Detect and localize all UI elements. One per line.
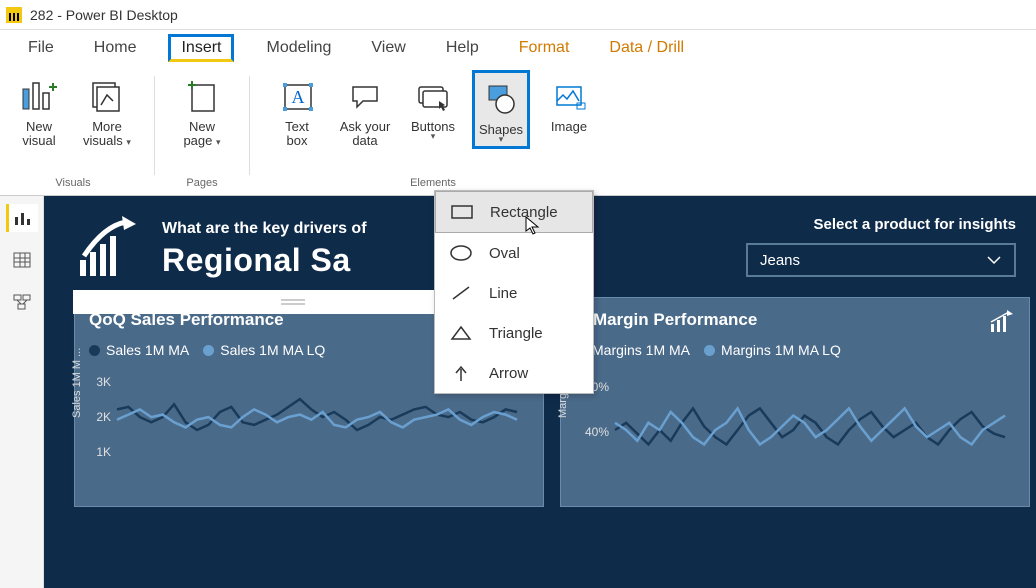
product-select-label: Select a product for insights	[746, 216, 1016, 233]
ribbon-group-label: Visuals	[55, 177, 90, 189]
menu-modeling[interactable]: Modeling	[258, 35, 339, 61]
shape-rectangle[interactable]: Rectangle	[435, 191, 593, 233]
ribbon-separator	[249, 76, 250, 175]
new-page-icon	[178, 76, 226, 118]
chart-icon	[989, 310, 1015, 337]
legend-label: Sales 1M MA LQ	[220, 342, 325, 358]
menu-view[interactable]: View	[363, 35, 413, 61]
arrow-icon	[449, 363, 473, 383]
legend-label: Sales 1M MA	[106, 342, 189, 358]
chevron-down-icon	[986, 252, 1002, 269]
menubar: File Home Insert Modeling View Help Form…	[0, 30, 1036, 66]
powerbi-icon	[6, 7, 22, 23]
ribbon-label: page	[183, 133, 212, 148]
menu-home[interactable]: Home	[86, 35, 145, 61]
ribbon-label: Image	[551, 119, 587, 134]
svg-text:40%: 40%	[585, 425, 609, 439]
image-icon	[545, 76, 593, 118]
menu-format[interactable]: Format	[511, 35, 578, 61]
svg-text:A: A	[292, 87, 305, 107]
y-axis-label: Sales 1M M ...	[71, 348, 83, 418]
buttons-button[interactable]: Buttons▾	[404, 70, 462, 149]
ribbon-group-label: Pages	[186, 177, 217, 189]
rail-model-view[interactable]	[6, 288, 38, 316]
ribbon-label: New	[189, 119, 215, 134]
chevron-down-icon: ▾	[126, 137, 131, 147]
legend-label: Margins 1M MA	[592, 342, 690, 358]
svg-text:3K: 3K	[96, 375, 111, 389]
data-view-icon	[12, 251, 32, 269]
ribbon-group-elements: A Textbox Ask yourdata Buttons▾	[268, 70, 598, 195]
rail-data-view[interactable]	[6, 246, 38, 274]
shape-label: Line	[489, 285, 517, 302]
oval-icon	[449, 243, 473, 263]
menu-file[interactable]: File	[20, 35, 62, 61]
ask-data-icon	[341, 76, 389, 118]
ribbon-group-visuals: Newvisual Morevisuals ▾ Visuals	[10, 70, 136, 195]
chart-legend: Margins 1M MA Margins 1M MA LQ	[575, 342, 1015, 358]
image-button[interactable]: Image	[540, 70, 598, 149]
shapes-icon	[477, 79, 525, 121]
insights-logo-icon	[74, 216, 144, 283]
shapes-dropdown: Rectangle Oval Line Triangle Arrow	[434, 190, 594, 394]
chart-svg: 50% 40%	[575, 366, 1015, 476]
ribbon-group-pages: Newpage ▾ Pages	[173, 70, 231, 195]
chart-margin[interactable]: Q Margin Performance Margins 1M MA Margi…	[560, 297, 1030, 507]
svg-text:2K: 2K	[96, 410, 111, 424]
ribbon-label: data	[340, 134, 391, 148]
svg-text:1K: 1K	[96, 445, 111, 459]
left-rail	[0, 196, 44, 588]
shape-label: Triangle	[489, 325, 543, 342]
ribbon-label: box	[285, 134, 309, 148]
ribbon-label: visuals	[83, 133, 123, 148]
ask-your-data-button[interactable]: Ask yourdata	[336, 70, 394, 149]
line-icon	[449, 283, 473, 303]
more-visuals-icon	[83, 76, 131, 118]
shapes-button[interactable]: Shapes▾	[472, 70, 530, 149]
shape-line[interactable]: Line	[435, 273, 593, 313]
chart-title: Q Margin Performance	[575, 310, 1015, 330]
menu-insert[interactable]: Insert	[168, 34, 234, 62]
rectangle-icon	[450, 202, 474, 222]
legend-dot	[203, 345, 214, 356]
new-visual-button[interactable]: Newvisual	[10, 70, 68, 149]
legend-label: Margins 1M MA LQ	[721, 342, 841, 358]
product-select[interactable]: Jeans	[746, 243, 1016, 277]
shape-label: Oval	[489, 245, 520, 262]
ribbon-label: More	[92, 119, 122, 134]
buttons-icon	[409, 76, 457, 118]
new-visual-icon	[15, 76, 63, 118]
legend-dot	[704, 345, 715, 356]
ribbon-label: Ask your	[340, 119, 391, 134]
shape-triangle[interactable]: Triangle	[435, 313, 593, 353]
window-title: 282 - Power BI Desktop	[30, 7, 178, 23]
triangle-icon	[449, 323, 473, 343]
new-page-button[interactable]: Newpage ▾	[173, 70, 231, 149]
chevron-down-icon: ▾	[216, 137, 221, 147]
legend-dot	[89, 345, 100, 356]
ribbon-label: visual	[22, 134, 55, 148]
menu-help[interactable]: Help	[438, 35, 487, 61]
shape-oval[interactable]: Oval	[435, 233, 593, 273]
shape-label: Arrow	[489, 365, 528, 382]
ribbon-group-label: Elements	[410, 177, 456, 189]
ribbon-separator	[154, 76, 155, 175]
shape-label: Rectangle	[490, 204, 558, 221]
ribbon-label: New	[26, 119, 52, 134]
report-view-icon	[13, 209, 33, 227]
more-visuals-button[interactable]: Morevisuals ▾	[78, 70, 136, 149]
text-box-icon: A	[273, 76, 321, 118]
ribbon-label: Text	[285, 119, 309, 134]
shape-arrow[interactable]: Arrow	[435, 353, 593, 393]
product-selected-value: Jeans	[760, 252, 800, 269]
ribbon: Newvisual Morevisuals ▾ Visuals Newpage …	[0, 66, 1036, 196]
rail-report-view[interactable]	[6, 204, 38, 232]
model-view-icon	[12, 293, 32, 311]
titlebar: 282 - Power BI Desktop	[0, 0, 1036, 30]
menu-data-drill[interactable]: Data / Drill	[601, 35, 692, 61]
text-box-button[interactable]: A Textbox	[268, 70, 326, 149]
